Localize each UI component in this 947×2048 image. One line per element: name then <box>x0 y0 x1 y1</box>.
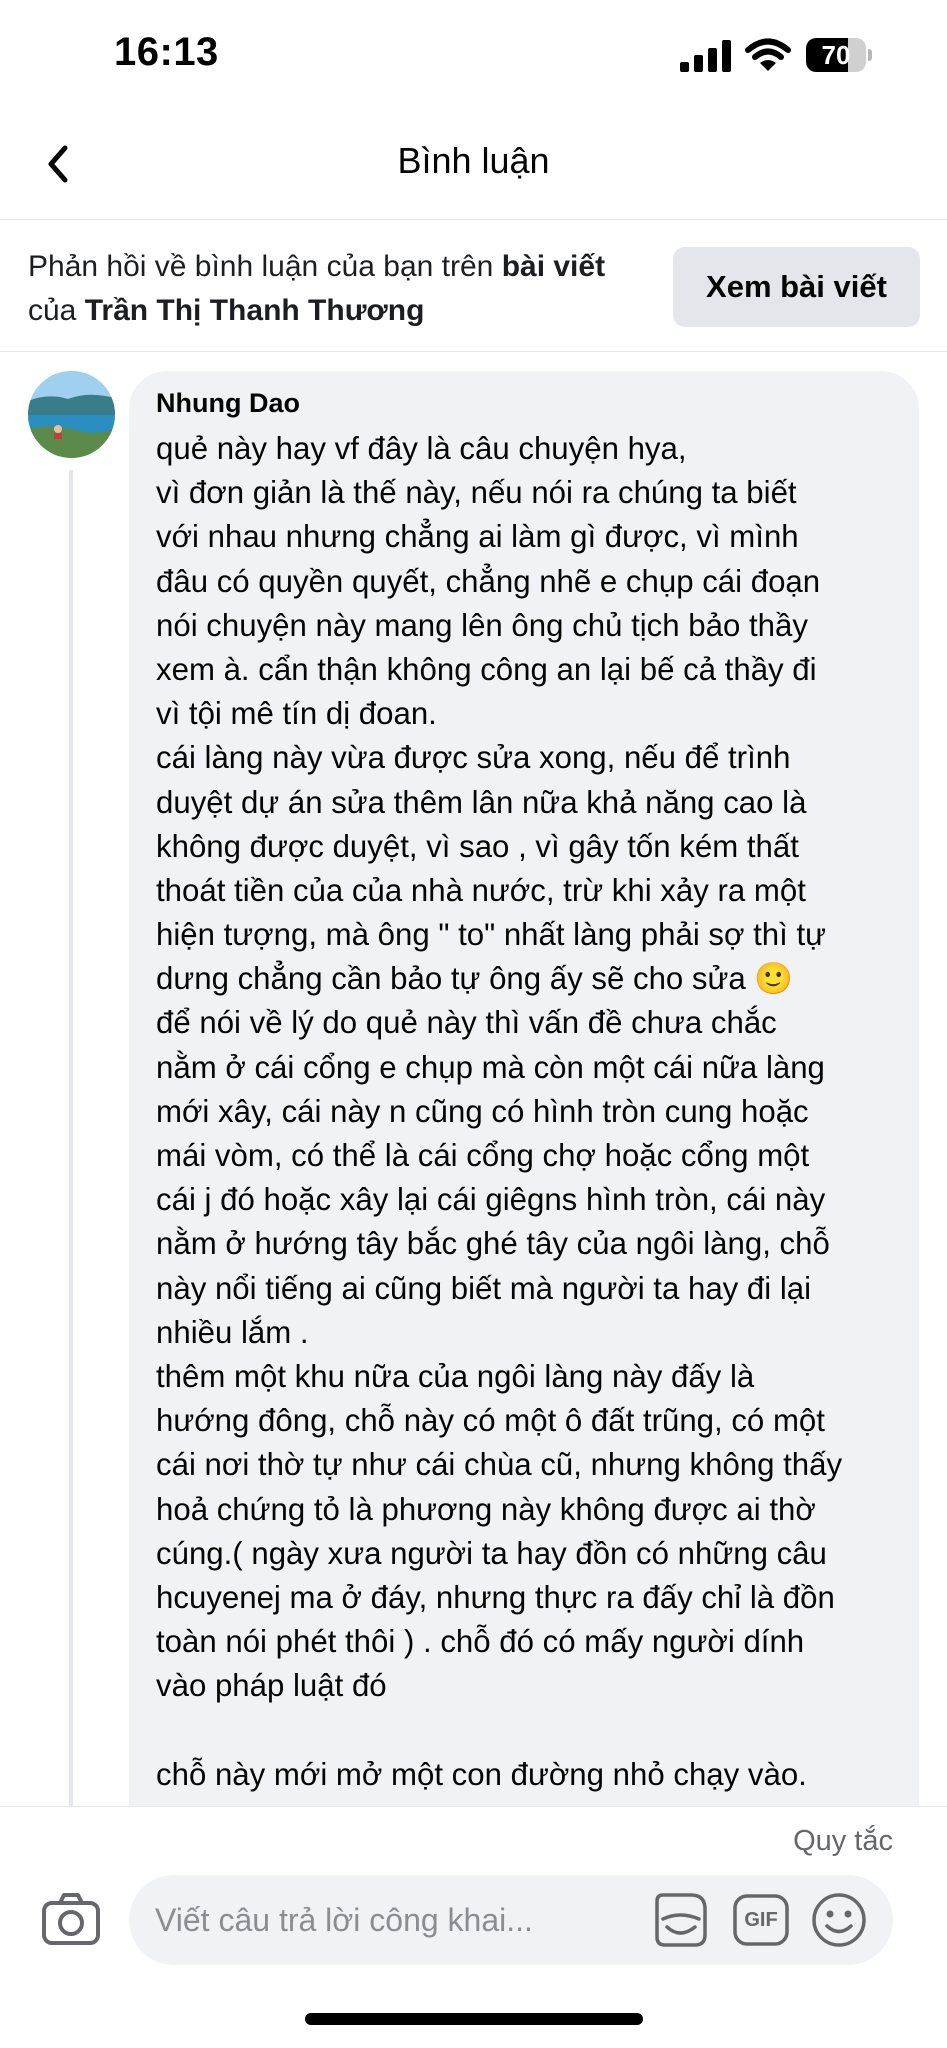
comment-line: hướng đông, chỗ này có một ô đất trũng, … <box>156 1403 825 1439</box>
comment-line: mới xây, cái này n cũng có hình tròn cun… <box>156 1093 809 1129</box>
gif-icon[interactable]: GIF <box>732 1893 790 1947</box>
comment-line: cái làng này vừa được sửa xong, nếu để t… <box>156 740 791 776</box>
comment-line: nằm ở cái cổng e chụp mà còn một cái nữa… <box>156 1049 825 1085</box>
comment-line <box>156 1708 901 1752</box>
rules-link[interactable]: Quy tắc <box>793 1825 893 1858</box>
cellular-signal-icon <box>680 40 731 72</box>
comment-line: để nói về lý do quẻ này thì vấn đề chưa … <box>156 1005 777 1041</box>
reply-input[interactable] <box>155 1875 595 1965</box>
avatar-image <box>28 371 115 458</box>
wifi-icon <box>745 38 791 71</box>
emoji-icon[interactable] <box>810 1891 868 1949</box>
comment-line: xem à. cẩn thận không công an lại bế cả … <box>156 651 817 687</box>
comment-line: toàn nói phét thôi ) . chỗ đó có mấy ngư… <box>156 1624 805 1660</box>
comment-line: mái vòm, có thể là cái cổng chợ hoặc cổn… <box>156 1138 810 1173</box>
status-time: 16:13 <box>114 30 219 74</box>
reply-context-bar: Phản hồi về bình luận của bạn trên bài v… <box>0 221 947 352</box>
reply-context-text: Phản hồi về bình luận của bạn trên bài v… <box>28 245 658 333</box>
comment-line: nhiều lắm . <box>156 1314 309 1350</box>
comment-line: thoát tiền của của nhà nước, trừ khi xảy… <box>156 872 806 908</box>
comment-line: này nổi tiếng ai cũng biết mà người ta h… <box>156 1270 812 1306</box>
comments-screen: 16:13 70 Bình luận Phản hồi về bình luận… <box>0 0 947 2048</box>
comment-line: cái nơi thờ tự như cái chùa cũ, nhưng kh… <box>156 1447 843 1483</box>
home-indicator <box>305 2013 643 2025</box>
reply-composer: Quy tắc GIF <box>0 1806 947 2048</box>
comment-line: nằm ở hướng tây bắc ghé tây của ngôi làn… <box>156 1226 830 1262</box>
comment-line: quẻ này hay vf đây là câu chuyện hya, <box>156 431 687 466</box>
comment-line: cái j đó hoặc xây lại cái giêgns hình tr… <box>156 1182 826 1218</box>
comment-line: dưng chẳng cần bảo tự ông ấy sẽ cho sửa … <box>156 961 794 997</box>
comment-line: hiện tượng, mà ông " to" nhất làng phải … <box>156 917 827 953</box>
thread-line <box>69 470 73 1806</box>
comment-line: cúng.( ngày xưa người ta hay đồn có nhữn… <box>156 1535 827 1571</box>
context-mid: của <box>28 294 85 327</box>
reply-box: GIF <box>129 1875 893 1965</box>
comment-line: hoả chứng tỏ là phương này không được ai… <box>156 1491 816 1527</box>
comment-text: quẻ này hay vf đây là câu chuyện hya, vì … <box>156 427 901 1797</box>
comment-line: duyệt dự án sửa thêm lân nữa khả năng ca… <box>156 784 807 820</box>
comment-line: không được duyệt, vì sao , vì gây tốn ké… <box>156 828 799 864</box>
avatar[interactable] <box>28 371 115 458</box>
battery-level: 70 <box>821 40 851 70</box>
comment-line: thêm một khu nữa của ngôi làng này đấy l… <box>156 1358 755 1394</box>
status-bar: 16:13 70 <box>0 0 947 110</box>
page-title: Bình luận <box>397 140 550 181</box>
battery-icon: 70 <box>806 38 872 72</box>
sticker-icon[interactable] <box>651 1891 709 1949</box>
camera-icon[interactable] <box>38 1887 104 1953</box>
comment-author[interactable]: Nhung Dao <box>156 388 300 419</box>
comment-line: vì tội mê tín dị đoan. <box>156 696 437 732</box>
view-post-button[interactable]: Xem bài viết <box>673 247 920 327</box>
post-link[interactable]: bài viết <box>502 250 605 283</box>
page-header: Bình luận <box>0 110 947 220</box>
comment-line: nói chuyện này mang lên ông chủ tịch bảo… <box>156 607 808 643</box>
gif-label: GIF <box>744 1909 778 1931</box>
comment-line: vào pháp luật đó <box>156 1668 387 1704</box>
comment-line: vì đơn giản là thế này, nếu nói ra chúng… <box>156 475 797 511</box>
comment-line: với nhau nhưng chẳng ai làm gì được, vì … <box>156 519 799 555</box>
comment-line: chỗ này mới mở một con đường nhỏ chạy và… <box>156 1756 807 1792</box>
post-owner-name[interactable]: Trần Thị Thanh Thương <box>85 294 425 327</box>
comment-line: hcuyenej ma ở đáy, nhưng thực ra đấy chỉ… <box>156 1579 835 1615</box>
context-prefix: Phản hồi về bình luận của bạn trên <box>28 250 502 283</box>
comment-line: đâu có quyền quyết, chẳng nhẽ e chụp cái… <box>156 563 821 599</box>
